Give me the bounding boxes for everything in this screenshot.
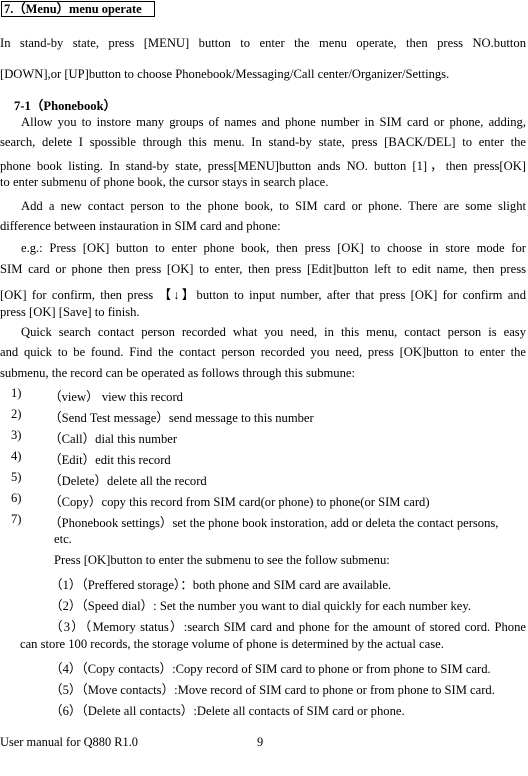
paragraph-line: [OK] for confirm, then press 【↓】button t… bbox=[0, 288, 526, 302]
footer-manual-title: User manual for Q880 R1.0 bbox=[0, 735, 138, 749]
settings-item-continuation: can store 100 records, the storage volum… bbox=[20, 637, 444, 651]
settings-intro: Press [OK]button to enter the submenu to… bbox=[54, 553, 390, 567]
list-text: （Phonebook settings）set the phone book i… bbox=[49, 516, 499, 530]
paragraph-line: press [OK] [Save] to finish. bbox=[0, 305, 140, 319]
paragraph-line: SIM card or phone then press [OK] to ent… bbox=[0, 262, 526, 276]
settings-item: （5）（Move contacts）:Move record of SIM ca… bbox=[50, 683, 495, 697]
list-number: 2) bbox=[11, 407, 22, 421]
list-text: （Edit）edit this record bbox=[49, 453, 171, 467]
paragraph-line: Quick search contact person recorded wha… bbox=[21, 325, 526, 339]
settings-item: （4）（Copy contacts）:Copy record of SIM ca… bbox=[50, 662, 491, 676]
list-number: 6) bbox=[11, 491, 22, 505]
list-number: 1) bbox=[11, 386, 22, 400]
list-text: （Delete）delete all the record bbox=[49, 474, 207, 488]
subsection-title: 7-1（Phonebook） bbox=[14, 99, 117, 113]
paragraph-line: difference between instauration in SIM c… bbox=[0, 219, 281, 233]
intro-line-2: [DOWN],or [UP]button to choose Phonebook… bbox=[0, 67, 450, 81]
intro-line-1: In stand-by state, press [MENU] button t… bbox=[0, 36, 526, 50]
paragraph-line: to enter submenu of phone book, the curs… bbox=[0, 175, 329, 189]
list-number: 3) bbox=[11, 428, 22, 442]
list-number: 4) bbox=[11, 449, 22, 463]
paragraph-line: and quick to be found. Find the contact … bbox=[0, 345, 526, 359]
settings-continuation: etc. bbox=[54, 532, 72, 546]
paragraph-line: Add a new contact person to the phone bo… bbox=[21, 199, 526, 213]
paragraph-line: submenu, the record can be operated as f… bbox=[0, 366, 355, 380]
settings-item: （3）（Memory status）:search SIM card and p… bbox=[50, 620, 526, 634]
list-number: 7) bbox=[11, 512, 22, 526]
paragraph-line: e.g.: Press [OK] button to enter phone b… bbox=[21, 241, 526, 255]
paragraph-line: phone book listing. In stand-by state, p… bbox=[0, 159, 526, 173]
section-heading: 7.（Menu）menu operate bbox=[1, 1, 155, 17]
list-text: （Copy）copy this record from SIM card(or … bbox=[49, 495, 430, 509]
settings-item: （1）（Preffered storage）：both phone and SI… bbox=[50, 578, 392, 592]
footer-page-number: 9 bbox=[257, 735, 264, 749]
settings-item: （6）（Delete all contacts）:Delete all cont… bbox=[50, 704, 405, 718]
list-text: （Send Test message）send message to this … bbox=[49, 411, 314, 425]
paragraph-line: Allow you to instore many groups of name… bbox=[21, 115, 526, 129]
list-number: 5) bbox=[11, 470, 22, 484]
paragraph-line: search, delete I spossible through this … bbox=[0, 135, 526, 149]
list-text: （Call）dial this number bbox=[49, 432, 178, 446]
list-text: （view） view this record bbox=[49, 390, 183, 404]
settings-item: （2）（Speed dial）: Set the number you want… bbox=[50, 599, 471, 613]
